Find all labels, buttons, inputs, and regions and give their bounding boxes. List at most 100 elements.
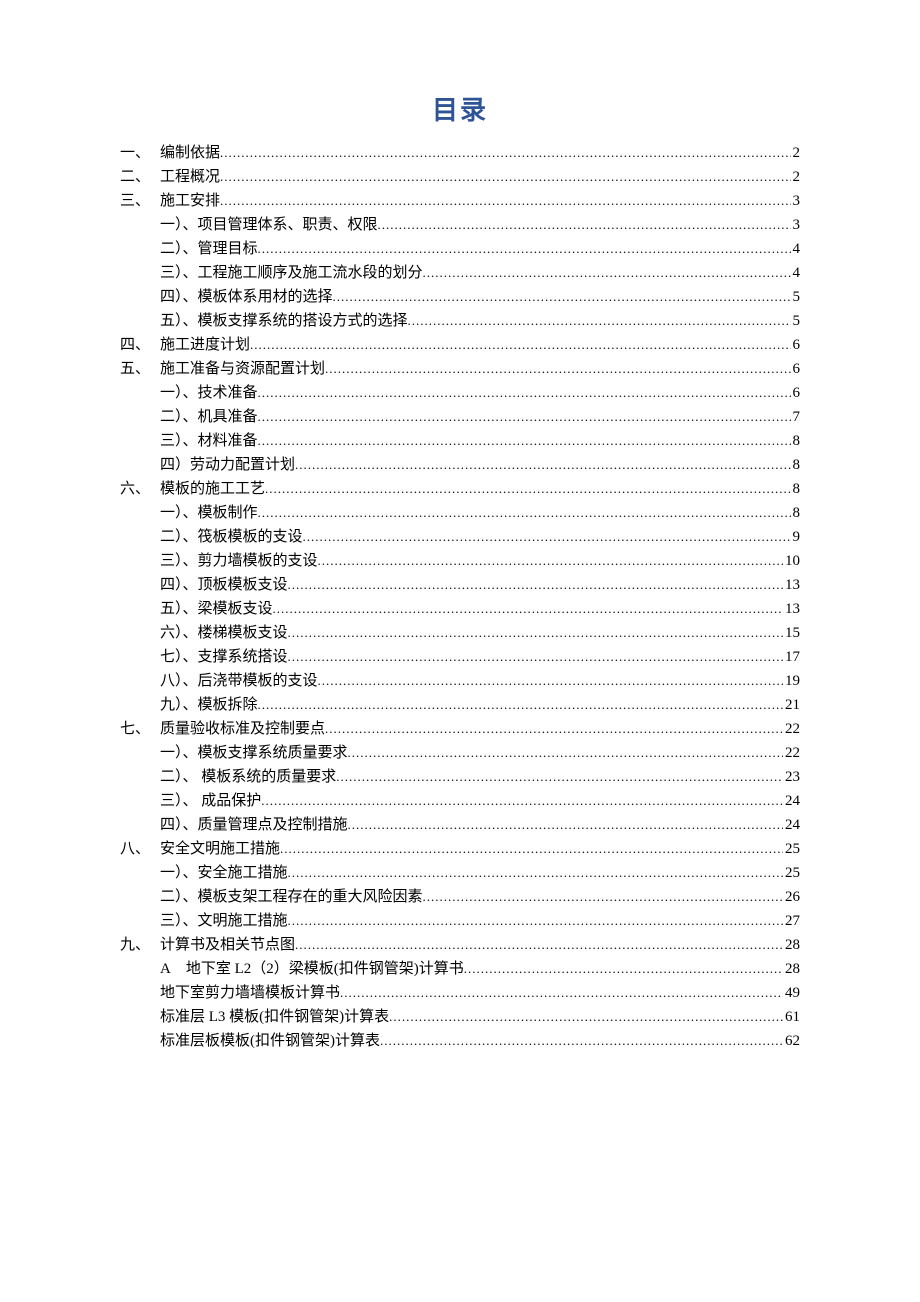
toc-entry: 地下室剪力墙墙模板计算书49 [120, 981, 800, 1005]
toc-entry: 九、计算书及相关节点图 28 [120, 933, 800, 957]
toc-leader [258, 237, 791, 261]
toc-entry: 二、工程概况2 [120, 165, 800, 189]
toc-page: 15 [783, 621, 800, 645]
toc-leader [220, 141, 790, 165]
toc-leader [280, 837, 783, 861]
toc-leader [258, 429, 791, 453]
toc-leader [295, 453, 790, 477]
toc-text: 模板的施工工艺 [160, 477, 265, 501]
toc-text: 七）、支撑系统搭设 [160, 645, 288, 669]
toc-page: 28 [783, 933, 800, 957]
toc-title: 目录 [120, 90, 800, 127]
toc-page: 23 [783, 765, 800, 789]
toc-entry: 四）、模板体系用材的选择5 [120, 285, 800, 309]
toc-page: 21 [783, 693, 800, 717]
toc-leader [380, 1029, 783, 1053]
toc-text: 二）、模板支架工程存在的重大风险因素 [160, 885, 423, 909]
toc-entry: 三）、剪力墙模板的支设10 [120, 549, 800, 573]
toc-text: 一）、项目管理体系、职责、权限 [160, 213, 378, 237]
toc-leader [220, 189, 790, 213]
toc-text: 工程概况 [160, 165, 220, 189]
toc-page: 25 [783, 861, 800, 885]
toc-page: 4 [791, 237, 801, 261]
toc-num: 三、 [120, 189, 160, 213]
toc-leader [340, 981, 783, 1005]
toc-entry: 八）、后浇带模板的支设19 [120, 669, 800, 693]
toc-page: 13 [783, 573, 800, 597]
toc-entry: 一）、安全施工措施25 [120, 861, 800, 885]
toc-entry: 六）、楼梯模板支设 15 [120, 621, 800, 645]
toc-entry: 二）、机具准备7 [120, 405, 800, 429]
toc-text: 质量验收标准及控制要点 [160, 717, 325, 741]
toc-leader [273, 597, 783, 621]
toc-text: 六）、楼梯模板支设 [160, 621, 288, 645]
toc-leader [265, 477, 790, 501]
toc-entry: 二）、模板支架工程存在的重大风险因素 26 [120, 885, 800, 909]
toc-page: 2 [791, 165, 801, 189]
toc-entry: 一）、模板支撑系统质量要求22 [120, 741, 800, 765]
toc-text: 三）、 成品保护 [160, 789, 261, 813]
toc-page: 62 [783, 1029, 800, 1053]
toc-leader [288, 621, 783, 645]
toc-entry: 三）、 成品保护24 [120, 789, 800, 813]
toc-leader [389, 1005, 783, 1029]
toc-text: 五）、模板支撑系统的搭设方式的选择 [160, 309, 408, 333]
toc-entry: 五）、梁模板支设13 [120, 597, 800, 621]
toc-page: 26 [783, 885, 800, 909]
toc-entry: 五）、模板支撑系统的搭设方式的选择 5 [120, 309, 800, 333]
toc-text: 三）、剪力墙模板的支设 [160, 549, 318, 573]
toc-text: 标准层 L3 模板(扣件钢管架)计算表 [160, 1005, 389, 1029]
toc-page: 3 [791, 189, 801, 213]
toc-entry: 三）、工程施工顺序及施工流水段的划分4 [120, 261, 800, 285]
toc-leader [325, 357, 790, 381]
toc-page: 9 [791, 525, 801, 549]
toc-text: 三）、文明施工措施 [160, 909, 288, 933]
toc-leader [464, 957, 783, 981]
toc-page: 8 [791, 477, 801, 501]
toc-page: 5 [791, 309, 801, 333]
toc-text: 施工准备与资源配置计划 [160, 357, 325, 381]
toc-leader [303, 525, 791, 549]
toc-num: 一、 [120, 141, 160, 165]
toc-text: 九）、模板拆除 [160, 693, 258, 717]
toc-text: 一）、模板制作 [160, 501, 258, 525]
toc-entry: 一、编制依据2 [120, 141, 800, 165]
toc-entry: 四、施工进度计划6 [120, 333, 800, 357]
toc-page: 8 [791, 453, 801, 477]
toc-leader [258, 693, 783, 717]
toc-entry: 二）、管理目标4 [120, 237, 800, 261]
toc-text: 一）、技术准备 [160, 381, 258, 405]
toc-text: 三）、材料准备 [160, 429, 258, 453]
toc-leader [423, 261, 791, 285]
toc-num: 九、 [120, 933, 160, 957]
toc-entry: 六、模板的施工工艺 8 [120, 477, 800, 501]
toc-leader [288, 573, 783, 597]
toc-leader [258, 501, 791, 525]
toc-text: 编制依据 [160, 141, 220, 165]
toc-entry: 四）、顶板模板支设13 [120, 573, 800, 597]
toc-page: 6 [791, 333, 801, 357]
toc-leader [318, 549, 783, 573]
toc-text: 一）、模板支撑系统质量要求 [160, 741, 348, 765]
toc-text: 施工进度计划 [160, 333, 250, 357]
toc-text: 三）、工程施工顺序及施工流水段的划分 [160, 261, 423, 285]
toc-text: 四）劳动力配置计划 [160, 453, 295, 477]
toc-entry: A 地下室 L2（2）梁模板(扣件钢管架)计算书 28 [120, 957, 800, 981]
toc-page: 49 [783, 981, 800, 1005]
toc-text: 计算书及相关节点图 [160, 933, 295, 957]
toc-page: 25 [783, 837, 800, 861]
toc-text: 二）、筏板模板的支设 [160, 525, 303, 549]
toc-entry: 三）、文明施工措施27 [120, 909, 800, 933]
toc-text: 五）、梁模板支设 [160, 597, 273, 621]
toc-num: 六、 [120, 477, 160, 501]
toc-leader [348, 741, 783, 765]
toc-entry: 一）、项目管理体系、职责、权限3 [120, 213, 800, 237]
toc-text: A 地下室 L2（2）梁模板(扣件钢管架)计算书 [160, 957, 464, 981]
toc-page: 24 [783, 813, 800, 837]
toc-num: 七、 [120, 717, 160, 741]
toc-page: 5 [791, 285, 801, 309]
toc-num: 五、 [120, 357, 160, 381]
toc-page: 28 [783, 957, 800, 981]
toc-entry: 二）、 模板系统的质量要求23 [120, 765, 800, 789]
toc-page: 6 [791, 381, 801, 405]
